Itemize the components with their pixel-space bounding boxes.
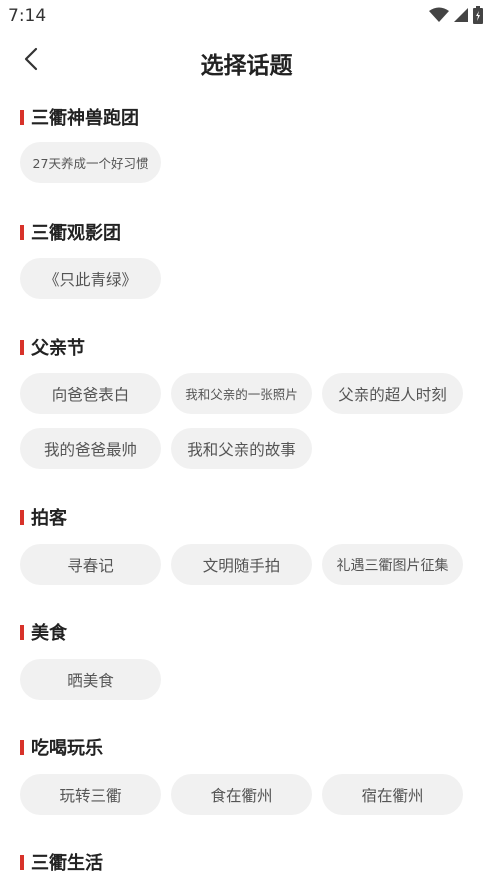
status-bar: 7:14 xyxy=(0,0,493,34)
section-header: 美食 xyxy=(20,618,67,646)
topic-chip[interactable]: 文明随手拍 xyxy=(171,544,312,585)
status-icons xyxy=(429,6,483,28)
section-header: 三衢观影团 xyxy=(20,218,121,246)
section-accent-bar xyxy=(20,509,24,525)
page-title: 选择话题 xyxy=(200,53,293,79)
section-accent-bar xyxy=(20,624,24,640)
section-title: 吃喝玩乐 xyxy=(31,738,103,759)
section-accent-bar xyxy=(20,739,24,755)
topic-chip[interactable]: 宿在衢州 xyxy=(322,774,463,815)
topic-chip[interactable]: 礼遇三衢图片征集 xyxy=(322,544,463,585)
section-title: 拍客 xyxy=(31,508,67,529)
status-time: 7:14 xyxy=(8,6,47,26)
section-title: 三衢神兽跑团 xyxy=(31,108,139,129)
topic-chip[interactable]: 父亲的超人时刻 xyxy=(322,373,463,414)
wifi-icon xyxy=(429,7,449,27)
topic-chip[interactable]: 我和父亲的故事 xyxy=(171,428,312,469)
topic-chip[interactable]: 27天养成一个好习惯 xyxy=(20,142,161,183)
section-header: 三衢生活 xyxy=(20,848,103,876)
section-accent-bar xyxy=(20,339,24,355)
topic-chip[interactable]: 向爸爸表白 xyxy=(20,373,161,414)
section-accent-bar xyxy=(20,854,24,870)
section-title: 三衢观影团 xyxy=(31,223,121,244)
topic-chip[interactable]: 我的爸爸最帅 xyxy=(20,428,161,469)
section-title: 美食 xyxy=(31,623,67,644)
section-header: 吃喝玩乐 xyxy=(20,733,103,761)
section-header: 三衢神兽跑团 xyxy=(20,103,139,131)
section-header: 拍客 xyxy=(20,503,67,531)
section-title: 三衢生活 xyxy=(31,853,103,874)
topic-chip[interactable]: 寻春记 xyxy=(20,544,161,585)
section-title: 父亲节 xyxy=(31,338,85,359)
topic-chip[interactable]: 《只此青绿》 xyxy=(20,258,161,299)
battery-icon xyxy=(473,6,483,28)
nav-bar: 选择话题 xyxy=(0,34,493,90)
topic-chip[interactable]: 玩转三衢 xyxy=(20,774,161,815)
section-accent-bar xyxy=(20,109,24,125)
topic-chip[interactable]: 食在衢州 xyxy=(171,774,312,815)
topic-chip[interactable]: 晒美食 xyxy=(20,659,161,700)
topic-chip[interactable]: 我和父亲的一张照片 xyxy=(171,373,312,414)
signal-icon xyxy=(453,7,469,27)
section-accent-bar xyxy=(20,224,24,240)
section-header: 父亲节 xyxy=(20,333,85,361)
